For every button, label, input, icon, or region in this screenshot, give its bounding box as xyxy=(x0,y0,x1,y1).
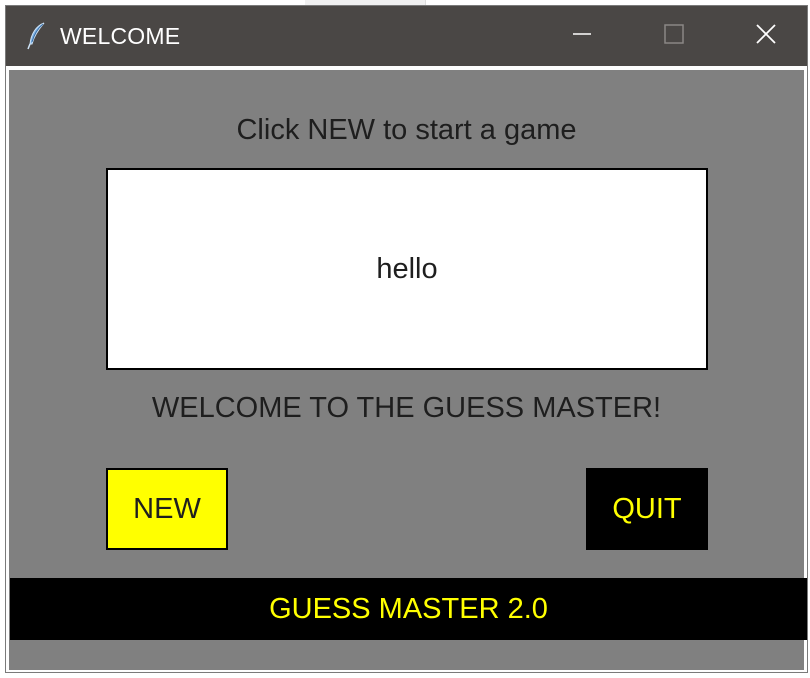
new-game-button[interactable]: NEW xyxy=(106,468,228,550)
quit-button[interactable]: QUIT xyxy=(586,468,708,550)
maximize-button[interactable] xyxy=(628,6,720,66)
message-display: hello xyxy=(106,168,708,370)
message-display-text: hello xyxy=(376,252,438,285)
minimize-button[interactable] xyxy=(536,6,628,66)
welcome-label: WELCOME TO THE GUESS MASTER! xyxy=(151,392,662,424)
minimize-icon xyxy=(572,24,592,49)
welcome-window: WELCOME Click NEW to start a game hello xyxy=(5,5,808,673)
window-title: WELCOME xyxy=(60,23,181,49)
footer-banner: GUESS MASTER 2.0 xyxy=(10,578,807,640)
title-bar[interactable]: WELCOME xyxy=(6,6,807,66)
close-button[interactable] xyxy=(720,6,810,66)
maximize-icon xyxy=(664,23,684,49)
prompt-label: Click NEW to start a game xyxy=(236,114,577,146)
feather-icon xyxy=(26,22,48,50)
close-icon xyxy=(755,23,777,50)
window-client-area: Click NEW to start a game hello WELCOME … xyxy=(9,70,807,670)
